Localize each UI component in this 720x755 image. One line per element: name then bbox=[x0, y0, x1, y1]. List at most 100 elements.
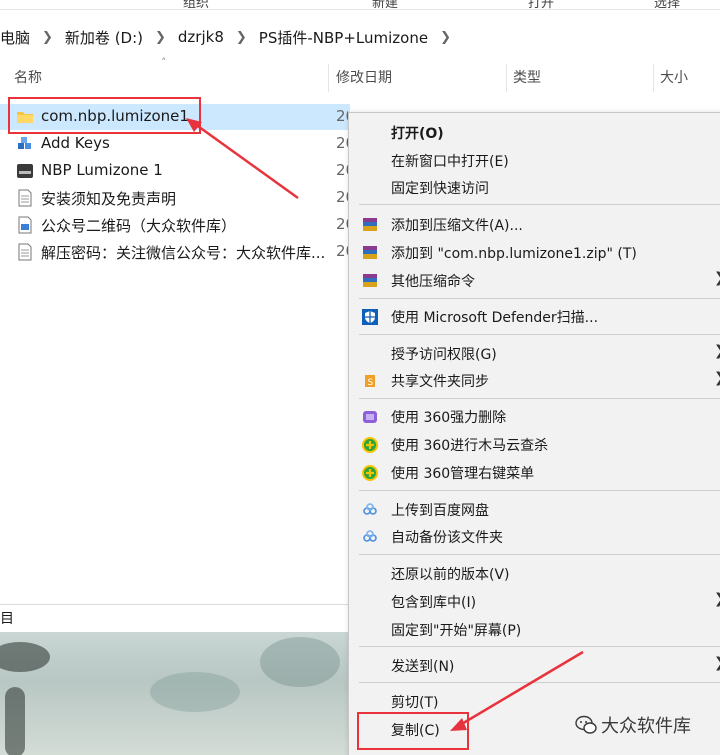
chevron-right-icon[interactable]: ❯ bbox=[230, 30, 253, 45]
column-header-date[interactable]: 修改日期 bbox=[326, 60, 506, 96]
menu-item-auto-backup[interactable]: 自动备份该文件夹 bbox=[349, 523, 720, 550]
file-name: Add Keys bbox=[41, 134, 110, 152]
chevron-right-icon[interactable]: ❯ bbox=[434, 30, 457, 45]
breadcrumb-drive[interactable]: 新加卷 (D:) bbox=[59, 27, 149, 48]
submenu-arrow-icon: ❯ bbox=[714, 370, 720, 386]
column-header-size[interactable]: 大小 bbox=[650, 60, 720, 96]
menu-item-label: 剪切(T) bbox=[391, 695, 439, 711]
menu-item-label: 其他压缩命令 bbox=[391, 274, 475, 290]
ribbon-organize[interactable]: 组织 bbox=[183, 0, 209, 9]
menu-item-label: 打开(O) bbox=[391, 126, 444, 142]
menu-item-defender-scan[interactable]: 使用 Microsoft Defender扫描... bbox=[349, 303, 720, 330]
menu-item-share-sync[interactable]: S 共享文件夹同步 ❯ bbox=[349, 367, 720, 394]
360-delete-icon bbox=[363, 411, 377, 423]
menu-separator bbox=[359, 334, 720, 335]
file-date: 20 bbox=[336, 188, 348, 206]
ribbon-new[interactable]: 新建 bbox=[372, 0, 398, 9]
menu-item-label: 在新窗口中打开(E) bbox=[391, 154, 509, 170]
watermark-text: 大众软件库 bbox=[601, 716, 691, 737]
sync-folder-icon: S bbox=[365, 375, 375, 388]
breadcrumb-dzrjk8[interactable]: dzrjk8 bbox=[172, 28, 230, 46]
annotation-highlight-box bbox=[357, 712, 469, 750]
desktop-shape bbox=[260, 637, 340, 687]
menu-item-label: 固定到快速访问 bbox=[391, 181, 489, 197]
defender-shield-icon bbox=[362, 309, 378, 325]
annotation-highlight-box bbox=[8, 97, 201, 134]
chevron-right-icon[interactable]: ❯ bbox=[149, 30, 172, 45]
chevron-right-icon[interactable]: ❯ bbox=[36, 30, 59, 45]
360-manage-icon bbox=[362, 465, 378, 481]
text-file-icon bbox=[18, 243, 32, 261]
winrar-icon bbox=[363, 218, 377, 231]
menu-item-add-archive[interactable]: 添加到压缩文件(A)... bbox=[349, 211, 720, 238]
file-date: 20 bbox=[336, 134, 348, 152]
desktop-shape bbox=[0, 642, 50, 672]
menu-separator bbox=[359, 490, 720, 491]
column-header-name[interactable]: 名称 bbox=[4, 60, 326, 96]
menu-item-label: 添加到压缩文件(A)... bbox=[391, 218, 523, 234]
menu-item-include-library[interactable]: 包含到库中(I) ❯ bbox=[349, 588, 720, 615]
menu-item-label: 使用 360进行木马云查杀 bbox=[391, 438, 549, 454]
menu-item-restore-versions[interactable]: 还原以前的版本(V) bbox=[349, 560, 720, 587]
menu-item-label: 使用 360强力删除 bbox=[391, 410, 507, 426]
menu-item-360-scan[interactable]: 使用 360进行木马云查杀 bbox=[349, 431, 720, 458]
breadcrumb[interactable]: 电脑 ❯ 新加卷 (D:) ❯ dzrjk8 ❯ PS插件-NBP+Lumizo… bbox=[0, 18, 720, 56]
context-menu: 打开(O) 在新窗口中打开(E) 固定到快速访问 添加到压缩文件(A)... 添… bbox=[348, 112, 720, 755]
menu-item-open-new-window[interactable]: 在新窗口中打开(E) bbox=[349, 147, 720, 174]
menu-item-baidu-upload[interactable]: 上传到百度网盘 bbox=[349, 496, 720, 523]
menu-item-other-compress[interactable]: 其他压缩命令 ❯ bbox=[349, 267, 720, 294]
image-file-icon bbox=[18, 216, 32, 234]
menu-separator bbox=[359, 298, 720, 299]
column-header-bar: ˄ 名称 修改日期 类型 大小 bbox=[0, 56, 720, 96]
menu-item-pin-start[interactable]: 固定到"开始"屏幕(P) bbox=[349, 616, 720, 643]
menu-item-360-manage[interactable]: 使用 360管理右键菜单 bbox=[349, 459, 720, 486]
menu-item-cut[interactable]: 剪切(T) bbox=[349, 688, 720, 715]
file-name: 安装须知及免责声明 bbox=[41, 190, 177, 208]
baidu-cloud-icon bbox=[363, 503, 377, 515]
file-name: 解压密码：关注微信公众号：大众软件库... bbox=[41, 244, 326, 262]
file-name: 公众号二维码（大众软件库） bbox=[41, 217, 237, 235]
ribbon-open[interactable]: 打开 bbox=[528, 0, 554, 9]
breadcrumb-current-folder[interactable]: PS插件-NBP+Lumizone bbox=[253, 27, 434, 48]
menu-item-send-to[interactable]: 发送到(N) ❯ bbox=[349, 652, 720, 679]
menu-item-label: 使用 Microsoft Defender扫描... bbox=[391, 310, 599, 326]
wechat-icon bbox=[575, 715, 597, 734]
desktop-shape bbox=[150, 672, 240, 712]
file-name: NBP Lumizone 1 bbox=[41, 161, 163, 179]
menu-item-pin-quick-access[interactable]: 固定到快速访问 bbox=[349, 174, 720, 201]
desktop-shape bbox=[5, 687, 25, 755]
menu-item-label: 自动备份该文件夹 bbox=[391, 530, 503, 546]
submenu-arrow-icon: ❯ bbox=[714, 343, 720, 359]
menu-item-label: 共享文件夹同步 bbox=[391, 374, 489, 390]
menu-item-label: 发送到(N) bbox=[391, 659, 455, 675]
file-date: 20 bbox=[336, 107, 348, 125]
submenu-arrow-icon: ❯ bbox=[714, 655, 720, 671]
menu-separator bbox=[359, 204, 720, 205]
360-scan-icon bbox=[362, 437, 378, 453]
menu-item-label: 添加到 "com.nbp.lumizone1.zip" (T) bbox=[391, 246, 637, 262]
ribbon-select[interactable]: 选择 bbox=[654, 0, 680, 9]
desktop-background bbox=[0, 632, 350, 755]
menu-item-label: 上传到百度网盘 bbox=[391, 503, 489, 519]
breadcrumb-this-pc[interactable]: 电脑 bbox=[0, 27, 36, 48]
menu-item-open[interactable]: 打开(O) bbox=[349, 119, 720, 146]
menu-separator bbox=[359, 682, 720, 683]
menu-separator bbox=[359, 646, 720, 647]
ribbon: 组织 新建 打开 选择 bbox=[0, 0, 720, 10]
menu-item-add-zip[interactable]: 添加到 "com.nbp.lumizone1.zip" (T) bbox=[349, 239, 720, 266]
menu-item-grant-access[interactable]: 授予访问权限(G) ❯ bbox=[349, 340, 720, 367]
file-date: 20 bbox=[336, 242, 348, 260]
column-header-type[interactable]: 类型 bbox=[503, 60, 653, 96]
menu-item-label: 使用 360管理右键菜单 bbox=[391, 466, 535, 482]
svg-text:S: S bbox=[368, 378, 374, 388]
baidu-cloud-icon bbox=[363, 530, 377, 542]
menu-separator bbox=[359, 398, 720, 399]
text-file-icon bbox=[18, 189, 32, 207]
watermark: 大众软件库 bbox=[575, 712, 691, 738]
file-date: 20 bbox=[336, 215, 348, 233]
menu-separator bbox=[359, 554, 720, 555]
menu-item-label: 固定到"开始"屏幕(P) bbox=[391, 623, 522, 639]
menu-item-360-delete[interactable]: 使用 360强力删除 bbox=[349, 403, 720, 430]
menu-item-label: 还原以前的版本(V) bbox=[391, 567, 510, 583]
submenu-arrow-icon: ❯ bbox=[714, 591, 720, 607]
